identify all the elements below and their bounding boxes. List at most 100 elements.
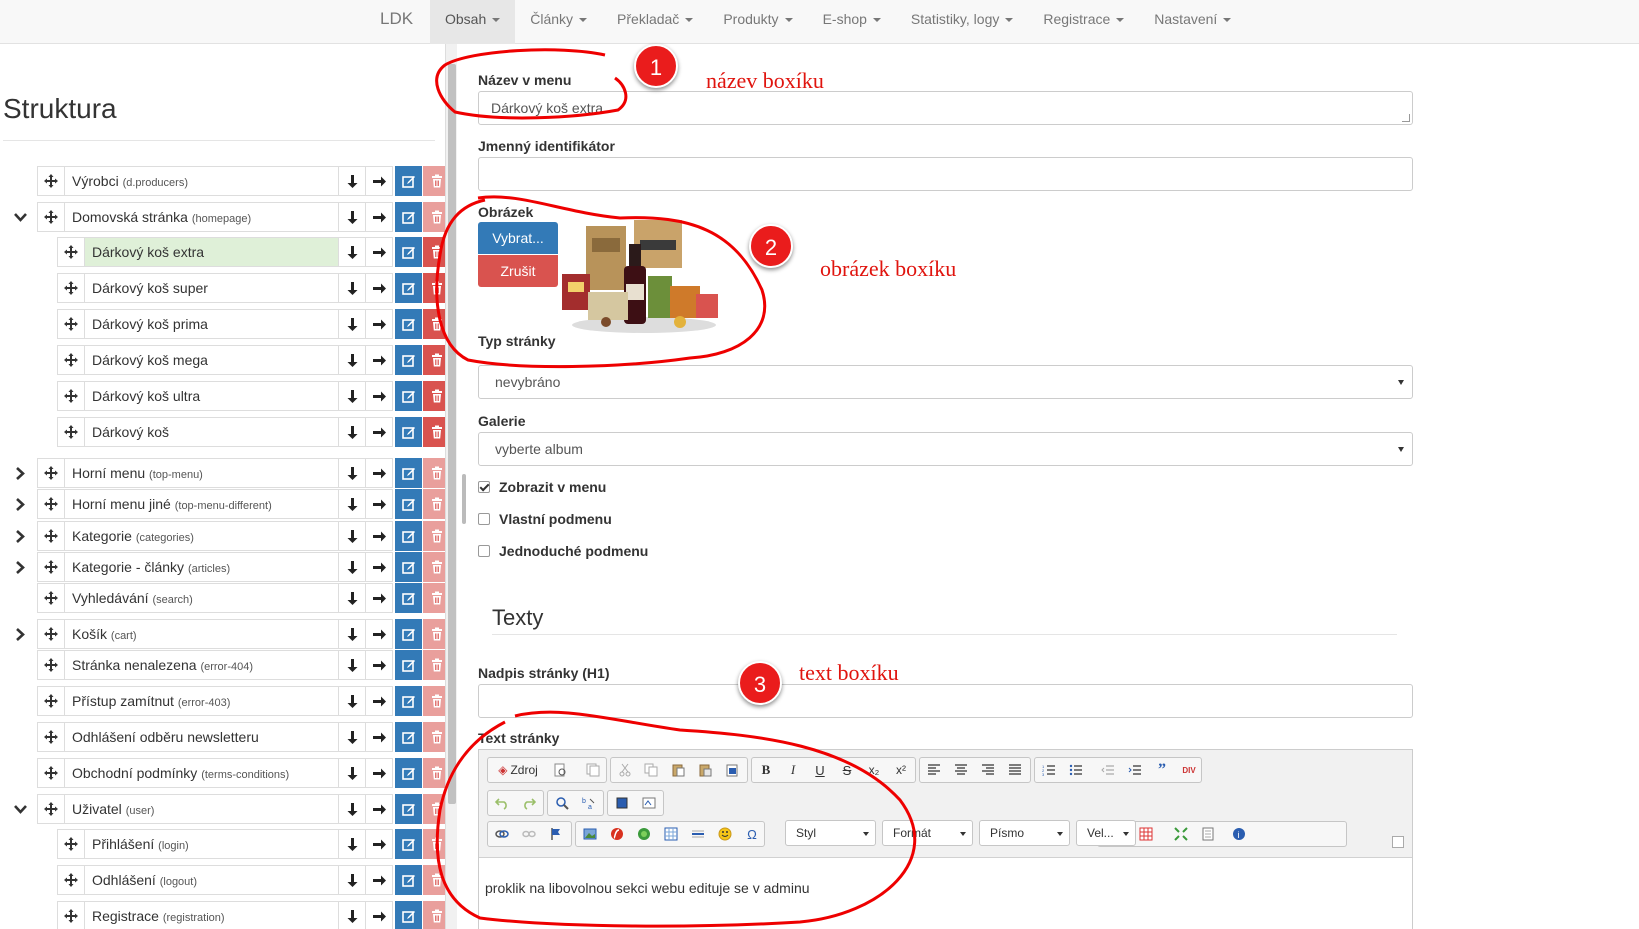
cancel-image-button[interactable]: Zrušit [478,255,558,287]
italic-icon[interactable]: I [783,761,803,779]
bold-icon[interactable]: B [756,761,776,779]
nav-nastaveni[interactable]: Nastavení [1139,0,1246,44]
tree-item-label[interactable]: Vyhledávání (search) [65,583,339,613]
move-down-button[interactable] [339,794,366,824]
bullet-list-icon[interactable] [1066,761,1086,779]
nav-statistiky[interactable]: Statistiky, logy [896,0,1028,44]
nav-prekladac[interactable]: Překladač [602,0,708,44]
move-down-button[interactable] [339,722,366,752]
maximize-icon[interactable] [1171,825,1191,843]
strikethrough-icon[interactable]: S [837,761,857,779]
tree-item-label[interactable]: Horní menu (top-menu) [65,458,339,488]
move-handle-icon[interactable] [57,381,85,411]
resize-grip[interactable] [462,474,466,524]
checkbox-show-in-menu[interactable]: Zobrazit v menu [478,479,606,495]
move-handle-icon[interactable] [57,829,85,859]
checkbox-checked[interactable] [478,481,490,493]
tree-item-label[interactable]: Dárkový koš mega [85,345,339,375]
indent-icon[interactable] [1125,761,1145,779]
checkbox-unchecked[interactable] [478,513,490,525]
collapse-toolbar-icon[interactable] [1392,836,1404,848]
move-handle-icon[interactable] [57,417,85,447]
align-right-icon[interactable] [978,761,998,779]
move-down-button[interactable] [339,619,366,649]
bg-color-icon[interactable] [1134,825,1158,843]
subscript-icon[interactable]: x₂ [864,761,884,779]
anchor-icon[interactable] [546,825,566,843]
chevron-down-icon[interactable] [13,802,28,817]
move-handle-icon[interactable] [37,722,65,752]
move-handle-icon[interactable] [37,489,65,519]
move-down-button[interactable] [339,829,366,859]
flash-icon[interactable] [607,825,627,843]
move-handle-icon[interactable] [37,166,65,196]
edit-button[interactable] [395,722,422,752]
edit-button[interactable] [395,583,422,613]
move-down-button[interactable] [339,166,366,196]
tree-item-label[interactable]: Domovská stránka (homepage) [65,202,339,232]
format-combo[interactable]: Formát [882,820,973,846]
move-down-button[interactable] [339,202,366,232]
chevron-right-icon[interactable] [13,627,28,642]
chevron-right-icon[interactable] [13,529,28,544]
move-right-button[interactable] [366,722,393,752]
align-center-icon[interactable] [951,761,971,779]
tree-item-label[interactable]: Obchodní podmínky (terms-conditions) [65,758,339,788]
tree-item-label[interactable]: Dárkový koš prima [85,309,339,339]
move-right-button[interactable] [366,865,393,895]
show-blocks-icon[interactable] [1198,825,1218,843]
superscript-icon[interactable]: x² [891,761,911,779]
move-handle-icon[interactable] [37,458,65,488]
move-down-button[interactable] [339,345,366,375]
spellcheck-icon[interactable] [639,794,659,812]
edit-button[interactable] [395,273,422,303]
brand-logo[interactable]: LDK [380,0,413,44]
chevron-right-icon[interactable] [13,466,28,481]
style-combo[interactable]: Styl [785,820,876,846]
move-down-button[interactable] [339,309,366,339]
horizontal-rule-icon[interactable] [688,825,708,843]
copy-icon[interactable] [641,761,661,779]
move-right-button[interactable] [366,686,393,716]
move-handle-icon[interactable] [57,865,85,895]
paste-icon[interactable] [668,761,688,779]
move-down-button[interactable] [339,583,366,613]
menu-name-input[interactable]: Dárkový koš extra [478,91,1413,125]
paste-text-icon[interactable] [695,761,715,779]
tree-item-label[interactable]: Registrace (registration) [85,901,339,929]
nav-produkty[interactable]: Produkty [708,0,807,44]
move-down-button[interactable] [339,901,366,929]
tree-item-label[interactable]: Košík (cart) [65,619,339,649]
move-right-button[interactable] [366,794,393,824]
edit-button[interactable] [395,458,422,488]
move-handle-icon[interactable] [37,794,65,824]
move-handle-icon[interactable] [37,758,65,788]
move-handle-icon[interactable] [37,619,65,649]
undo-icon[interactable] [492,794,512,812]
paste-word-icon[interactable] [722,761,742,779]
size-combo[interactable]: Vel... [1076,820,1136,846]
edit-button[interactable] [395,166,422,196]
move-down-button[interactable] [339,273,366,303]
replace-icon[interactable]: ba [579,794,599,812]
choose-image-button[interactable]: Vybrat... [478,222,558,254]
cut-icon[interactable] [615,761,635,779]
move-down-button[interactable] [339,417,366,447]
move-right-button[interactable] [366,166,393,196]
move-down-button[interactable] [339,686,366,716]
tree-item-label[interactable]: Dárkový koš extra [85,237,339,267]
editor-content[interactable]: proklik na libovolnou sekci webu edituje… [485,880,810,896]
tree-item-label[interactable]: Odhlášení (logout) [85,865,339,895]
edit-button[interactable] [395,489,422,519]
edit-button[interactable] [395,865,422,895]
tree-item-label[interactable]: Dárkový koš ultra [85,381,339,411]
move-down-button[interactable] [339,489,366,519]
nav-eshop[interactable]: E-shop [808,0,896,44]
iframe-icon[interactable] [634,825,654,843]
tree-item-label[interactable]: Dárkový koš [85,417,339,447]
move-handle-icon[interactable] [57,273,85,303]
move-handle-icon[interactable] [37,686,65,716]
move-handle-icon[interactable] [37,650,65,680]
move-handle-icon[interactable] [37,202,65,232]
move-down-button[interactable] [339,865,366,895]
